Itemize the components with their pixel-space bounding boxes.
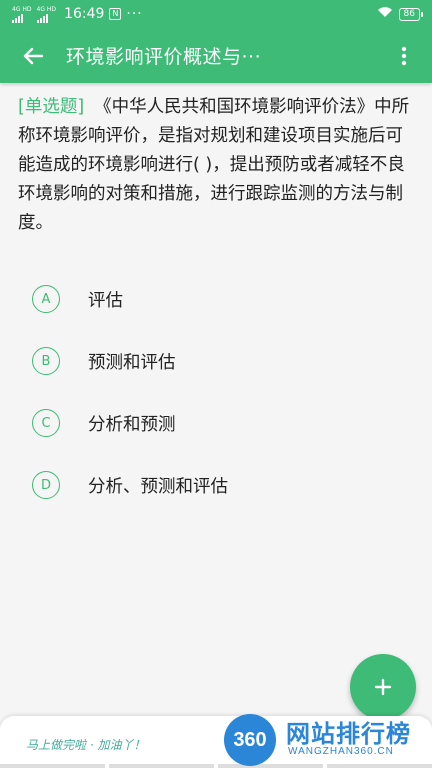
option-b[interactable]: B 预测和评估: [0, 330, 432, 392]
option-d[interactable]: D 分析、预测和评估: [0, 454, 432, 516]
options-list: A 评估 B 预测和评估 C 分析和预测 D 分析、预测和评估: [0, 268, 432, 516]
option-letter: C: [32, 409, 60, 437]
overflow-menu-button[interactable]: [376, 28, 432, 83]
status-right: 86: [377, 6, 424, 22]
network-2-label: 4G HD: [36, 5, 57, 13]
status-left: 4G HD 4G HD 16:49 N ···: [12, 6, 143, 23]
battery-icon: 86: [398, 7, 424, 21]
more-notifications-icon: ···: [126, 6, 143, 22]
clock: 16:49: [64, 6, 105, 22]
question-stem: 《中华人民共和国环境影响评价法》中所称环境影响评价，是指对规划和建设项目实施后可…: [18, 97, 410, 233]
option-a[interactable]: A 评估: [0, 268, 432, 330]
arrow-left-icon: [23, 47, 43, 64]
watermark-url: WANGZHAN360.CN: [288, 746, 394, 757]
question-type-label: [单选题]: [18, 97, 85, 117]
watermark-logo: 360: [224, 714, 276, 766]
back-button[interactable]: [0, 28, 66, 83]
status-bar: 4G HD 4G HD 16:49 N ··· 86: [0, 0, 432, 28]
network-1: 4G HD: [12, 6, 32, 23]
option-letter: B: [32, 347, 60, 375]
option-c[interactable]: C 分析和预测: [0, 392, 432, 454]
option-letter: D: [32, 471, 60, 499]
plus-icon: [374, 678, 392, 696]
question-text: [单选题] 《中华人民共和国环境影响评价法》中所称环境影响评价，是指对规划和建设项…: [18, 93, 420, 238]
wifi-icon: [377, 6, 393, 22]
page-title: 环境影响评价概述与···: [66, 46, 262, 68]
option-text: 分析、预测和评估: [88, 476, 228, 497]
network-2: 4G HD: [36, 5, 57, 23]
option-text: 分析和预测: [88, 414, 176, 435]
watermark: 360 网站排行榜 WANGZHAN360.CN: [220, 708, 432, 768]
toolbar: 环境影响评价概述与···: [0, 28, 432, 83]
option-letter: A: [32, 285, 60, 313]
nfc-icon: N: [109, 8, 122, 20]
option-text: 预测和评估: [88, 352, 176, 373]
network-1-label: 4G HD: [12, 5, 32, 13]
encourage-text: 马上做完啦 · 加油丫！: [26, 738, 146, 752]
option-text: 评估: [88, 290, 123, 311]
watermark-text: 网站排行榜: [286, 720, 411, 748]
more-vertical-icon: [401, 46, 407, 65]
signal-icon: [36, 13, 48, 23]
signal-icon: [12, 13, 23, 23]
